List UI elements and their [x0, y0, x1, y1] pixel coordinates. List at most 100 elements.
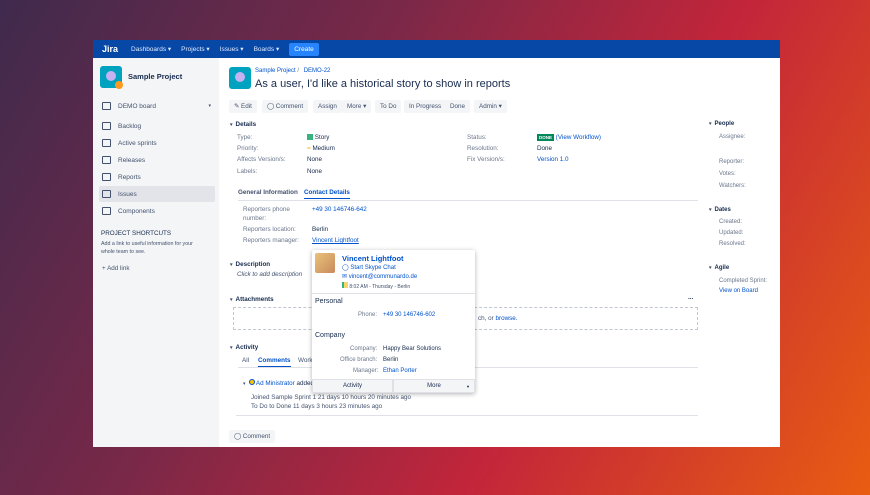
- nav-projects[interactable]: Projects ▾: [181, 45, 210, 53]
- more-label: More: [427, 383, 441, 389]
- add-link-button[interactable]: + Add link: [102, 265, 129, 272]
- comment-button[interactable]: ◯ Comment: [262, 100, 309, 113]
- user-avatar: [248, 379, 255, 385]
- breadcrumb: Sample Project / DEMO-22: [255, 68, 330, 74]
- details-title: Details: [235, 121, 257, 128]
- tab-contact-details[interactable]: Contact Details: [304, 189, 350, 199]
- status-label: Status:: [467, 134, 487, 141]
- browse-link[interactable]: browse.: [496, 315, 518, 322]
- people-header[interactable]: ▾ People: [709, 121, 734, 127]
- resolution-value: Done: [537, 145, 553, 152]
- type-label: Type:: [237, 134, 253, 141]
- local-time: 8:02 AM - Thursday - Berlin: [342, 282, 410, 290]
- project-badge-icon: [115, 81, 123, 89]
- add-comment-button[interactable]: ◯ Comment: [229, 430, 276, 443]
- popup-more-button[interactable]: More ▼: [393, 379, 475, 393]
- chevron-down-icon: ▾: [709, 265, 712, 271]
- attachments-header[interactable]: ▾ Attachments: [230, 296, 274, 303]
- sidebar-item-components[interactable]: Components: [99, 203, 215, 219]
- sprints-icon: [102, 139, 111, 147]
- labels-value: None: [307, 168, 323, 175]
- label: Components: [118, 207, 155, 215]
- attachments-more-button[interactable]: ...: [688, 294, 693, 301]
- board-label: DEMO board: [118, 102, 156, 110]
- view-workflow-link[interactable]: (View Workflow): [556, 134, 601, 141]
- issues-icon: [102, 190, 111, 198]
- fix-version-link[interactable]: Version 1.0: [537, 156, 569, 163]
- phone-label-2: number:: [243, 215, 267, 222]
- jira-logo[interactable]: Jira: [102, 44, 118, 54]
- phone-label: Reporters phone: [243, 206, 290, 213]
- view-on-board-link[interactable]: View on Board: [719, 288, 758, 294]
- phone-label: Phone:: [358, 312, 378, 318]
- resolution-label: Resolution:: [467, 145, 499, 152]
- edit-button[interactable]: ✎ Edit: [229, 100, 257, 113]
- manager-link[interactable]: Vincent Lightfoot: [312, 237, 359, 244]
- todo-button[interactable]: To Do: [375, 100, 402, 113]
- nav-boards[interactable]: Boards ▾: [254, 45, 280, 53]
- popup-phone-link[interactable]: +49 30 146746-602: [383, 312, 435, 318]
- status-badge: DONE: [537, 134, 555, 141]
- status-value: DONE (View Workflow): [537, 134, 601, 141]
- releases-icon: [102, 156, 111, 164]
- more-button[interactable]: More ▾: [342, 100, 372, 113]
- issue-title[interactable]: As a user, I'd like a historical story t…: [255, 78, 510, 90]
- breadcrumb-project[interactable]: Sample Project: [255, 68, 296, 74]
- in-progress-button[interactable]: In Progress: [404, 100, 447, 113]
- agile-title: Agile: [714, 265, 730, 271]
- created-label: Created:: [719, 219, 743, 225]
- sidebar-board-selector[interactable]: DEMO board ▾: [99, 98, 215, 114]
- chevron-down-icon: ▾: [243, 381, 246, 387]
- mail-icon: ✉: [342, 274, 348, 280]
- personal-header: Personal: [315, 298, 343, 305]
- sidebar-item-reports[interactable]: Reports: [99, 169, 215, 185]
- company-value: Happy Bear Solutions: [383, 346, 442, 352]
- issue-key[interactable]: DEMO-22: [304, 68, 331, 74]
- tab-comments[interactable]: Comments: [258, 357, 291, 367]
- description-field[interactable]: Click to add description: [237, 271, 302, 278]
- user-link[interactable]: Ad Ministrator: [256, 380, 295, 387]
- company-header: Company: [315, 332, 345, 339]
- sidebar-item-issues[interactable]: Issues: [99, 186, 215, 202]
- tab-general-information[interactable]: General Information: [238, 189, 298, 196]
- type-text: Story: [314, 134, 330, 141]
- activity-bottom-divider: [236, 415, 698, 416]
- agile-header[interactable]: ▾ Agile: [709, 265, 729, 271]
- sidebar: Sample Project DEMO board ▾ Backlog Activ…: [93, 58, 219, 447]
- sidebar-item-releases[interactable]: Releases: [99, 152, 215, 168]
- sidebar-item-active-sprints[interactable]: Active sprints: [99, 135, 215, 151]
- affects-value: None: [307, 156, 323, 163]
- shortcuts-title: PROJECT SHORTCUTS: [101, 230, 172, 237]
- description-header[interactable]: ▾ Description: [230, 261, 270, 268]
- sidebar-item-backlog[interactable]: Backlog: [99, 118, 215, 134]
- priority-medium-icon: =: [307, 145, 311, 152]
- admin-button[interactable]: Admin ▾: [474, 100, 507, 113]
- nav-issues[interactable]: Issues ▾: [220, 45, 244, 53]
- priority-value: = Medium: [307, 145, 335, 152]
- user-profile-popup: Vincent Lightfoot ◯ Start Skype Chat ✉ v…: [312, 250, 475, 393]
- skype-chat-link[interactable]: ◯ Start Skype Chat: [342, 264, 396, 271]
- dates-header[interactable]: ▾ Dates: [709, 207, 731, 213]
- popup-activity-button[interactable]: Activity: [312, 379, 393, 393]
- assign-button[interactable]: Assign: [313, 100, 342, 113]
- done-button[interactable]: Done: [445, 100, 471, 113]
- label: Releases: [118, 156, 146, 164]
- popup-manager-link[interactable]: Ethan Porter: [383, 368, 417, 374]
- email-link[interactable]: ✉ vincent@communardo.de: [342, 273, 417, 280]
- story-icon: [307, 134, 313, 140]
- reporter-phone-link[interactable]: +49 30 146746-642: [312, 206, 367, 213]
- activity-header[interactable]: ▾ Activity: [230, 344, 258, 351]
- location-value: Berlin: [312, 226, 329, 233]
- top-navigation: Jira Dashboards ▾ Projects ▾ Issues ▾ Bo…: [93, 40, 780, 58]
- create-button[interactable]: Create: [289, 42, 319, 56]
- popup-user-name[interactable]: Vincent Lightfoot: [342, 254, 404, 263]
- fix-version-label: Fix Version/s:: [467, 156, 505, 163]
- chevron-down-icon: ▾: [230, 297, 233, 303]
- issue-main: Sample Project / DEMO-22 As a user, I'd …: [219, 58, 780, 447]
- details-header[interactable]: ▾ Details: [230, 121, 256, 128]
- tab-all[interactable]: All: [242, 357, 249, 364]
- company-label: Company:: [350, 346, 378, 352]
- nav-dashboards[interactable]: Dashboards ▾: [131, 45, 171, 53]
- project-name[interactable]: Sample Project: [128, 72, 182, 81]
- components-icon: [102, 207, 111, 215]
